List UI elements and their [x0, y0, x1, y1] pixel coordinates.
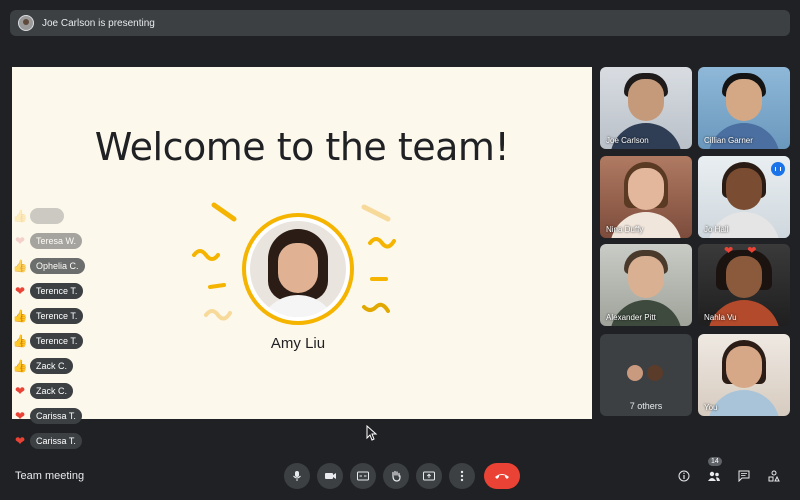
new-member-portrait — [242, 213, 354, 325]
participant-tile[interactable]: Nina Duffy — [600, 156, 692, 238]
others-tile[interactable]: 7 others — [600, 334, 692, 416]
heart-icon: ❤ — [14, 383, 26, 398]
participant-tile-speaking[interactable]: Jo Hall — [698, 156, 790, 238]
reaction-name: Terence T. — [30, 307, 84, 324]
speaking-indicator-icon — [771, 162, 785, 176]
meeting-details-button[interactable] — [674, 466, 694, 486]
reaction-name: Carissa T. — [30, 407, 82, 424]
camera-icon — [324, 473, 336, 479]
reaction-item: ❤ Terence T. — [12, 278, 102, 303]
participant-tile[interactable]: Joe Carlson — [600, 67, 692, 149]
camera-button[interactable] — [317, 463, 343, 489]
reaction-name: Terence T. — [30, 332, 84, 349]
thumbs-up-icon: 👍 — [12, 358, 28, 373]
present-button[interactable] — [416, 463, 442, 489]
participant-tile[interactable]: Cillian Garner — [698, 67, 790, 149]
more-options-button[interactable] — [449, 463, 475, 489]
reaction-name: Ophelia C. — [30, 257, 85, 274]
captions-button[interactable] — [350, 463, 376, 489]
people-count-badge: 14 — [708, 457, 722, 466]
participant-name: Nina Duffy — [606, 225, 644, 234]
self-tile[interactable]: You — [698, 334, 790, 416]
people-button[interactable]: 14 — [704, 457, 724, 486]
microphone-button[interactable] — [284, 463, 310, 489]
reaction-name: Teresa W. — [30, 232, 83, 249]
reaction-item: 👍 Ophelia C. — [12, 253, 102, 278]
participant-tile[interactable]: Alexander Pitt — [600, 244, 692, 326]
participant-name: Jo Hall — [704, 225, 729, 234]
presenter-avatar — [18, 15, 34, 31]
hand-icon — [392, 470, 401, 482]
heart-icon: ❤❤ — [724, 245, 771, 257]
info-icon — [678, 470, 690, 482]
slide-title: Welcome to the team! — [94, 125, 510, 169]
activities-button[interactable] — [764, 466, 784, 486]
participant-name: Joe Carlson — [606, 136, 649, 145]
reaction-item: 👍 Terence T. — [12, 303, 102, 328]
reaction-item: ❤ Zack C. — [12, 378, 102, 403]
thumbs-up-icon: 👍 — [12, 333, 28, 348]
chat-button[interactable] — [734, 466, 754, 486]
meeting-title: Team meeting — [15, 470, 85, 482]
more-vert-icon — [460, 470, 464, 482]
reaction-name: Zack C. — [30, 357, 74, 374]
participant-tile[interactable]: ❤❤ Nahla Vu — [698, 244, 790, 326]
participant-name: You — [704, 403, 718, 412]
heart-icon: ❤ — [14, 283, 26, 298]
end-call-button[interactable] — [484, 463, 520, 489]
call-controls — [284, 463, 527, 489]
heart-icon: ❤ — [14, 233, 26, 248]
reaction-name: Carissa T. — [30, 432, 82, 449]
reaction-item: ❤ Teresa W. — [12, 228, 102, 253]
avatar — [626, 364, 644, 382]
reaction-item: ❤ Carissa T. — [12, 428, 102, 453]
participant-name: Alexander Pitt — [606, 313, 656, 322]
thumbs-up-icon: 👍 — [12, 308, 28, 323]
participant-name: Nahla Vu — [704, 313, 737, 322]
captions-icon — [357, 471, 369, 481]
raise-hand-button[interactable] — [383, 463, 409, 489]
reaction-item: ❤ Carissa T. — [12, 403, 102, 428]
thumbs-up-icon: 👍 — [12, 208, 28, 223]
participant-name: Cillian Garner — [704, 136, 753, 145]
heart-icon: ❤ — [14, 408, 26, 423]
activities-icon — [768, 470, 780, 482]
chat-icon — [738, 470, 750, 482]
presenting-text: Joe Carlson is presenting — [42, 17, 155, 29]
reaction-name: Terence T. — [30, 282, 84, 299]
heart-icon: ❤ — [14, 433, 26, 448]
thumbs-up-icon: 👍 — [12, 258, 28, 273]
presenting-banner: Joe Carlson is presenting — [10, 10, 790, 36]
reaction-item: 👍 Zack C. — [12, 353, 102, 378]
mouse-cursor-icon — [366, 425, 378, 441]
others-count: 7 others — [629, 401, 663, 411]
microphone-icon — [293, 471, 301, 481]
reaction-item: 👍 — [12, 203, 102, 228]
people-icon — [708, 471, 720, 481]
avatar — [646, 364, 664, 382]
present-icon — [423, 471, 435, 480]
reaction-item: 👍 Terence T. — [12, 328, 102, 353]
reaction-name: Zack C. — [30, 382, 74, 399]
meeting-tools: 14 — [664, 457, 784, 486]
hang-up-icon — [495, 474, 509, 479]
reaction-name — [30, 207, 64, 224]
reactions-feed: 👍 ❤ Teresa W. 👍 Ophelia C. ❤ Terence T. … — [12, 203, 102, 453]
